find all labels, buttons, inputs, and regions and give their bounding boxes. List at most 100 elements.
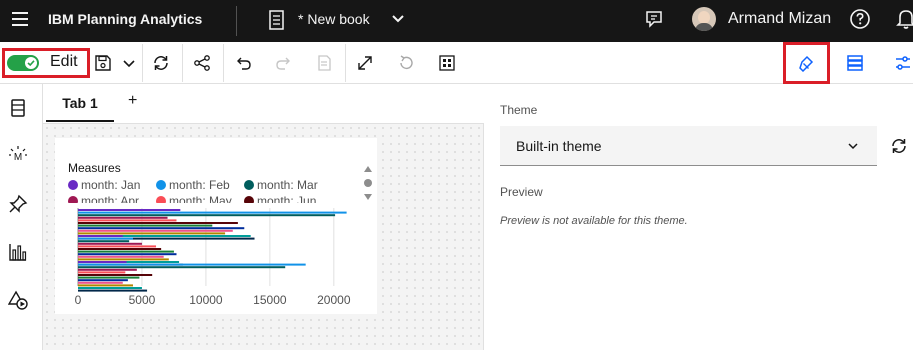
legend-label: month: Jun	[257, 194, 317, 203]
left-rail	[0, 84, 43, 350]
legend-swatch	[156, 196, 166, 203]
edit-mode-label[interactable]: Edit	[50, 53, 78, 71]
app-name[interactable]: IBM Planning Analytics	[48, 11, 202, 27]
chevron-down-icon	[848, 143, 858, 150]
document-properties-icon[interactable]	[316, 54, 334, 72]
x-tick-label: 20000	[317, 293, 351, 307]
book-menu-chevron-icon[interactable]	[390, 11, 406, 27]
legend-swatch	[244, 196, 254, 203]
legend-item-feb[interactable]: month: Feb	[156, 178, 230, 192]
bar[interactable]	[78, 289, 148, 292]
bar[interactable]	[78, 281, 123, 284]
reset-icon[interactable]	[397, 54, 415, 72]
bar[interactable]	[78, 237, 133, 240]
bar[interactable]	[78, 242, 142, 245]
chat-icon[interactable]	[644, 9, 664, 29]
grid-view-icon[interactable]	[438, 54, 456, 72]
toolbar-divider	[223, 44, 224, 82]
bar[interactable]	[78, 248, 162, 250]
reload-theme-icon[interactable]	[890, 137, 908, 155]
x-tick-label: 10000	[189, 293, 223, 307]
bar[interactable]	[78, 268, 137, 271]
help-icon[interactable]	[849, 8, 871, 30]
preview-note: Preview is not available for this theme.	[500, 215, 688, 227]
bar[interactable]	[78, 253, 177, 256]
x-tick-label: 0	[75, 293, 82, 307]
theme-select[interactable]: Built-in theme	[500, 126, 877, 166]
tab-1[interactable]: Tab 1	[46, 84, 114, 122]
legend-label: month: Apr	[81, 194, 140, 203]
bar[interactable]	[78, 271, 126, 274]
bar[interactable]	[78, 245, 157, 248]
bar[interactable]	[78, 276, 140, 279]
legend-down-arrow-icon[interactable]	[364, 194, 372, 200]
toolbar-divider	[182, 44, 183, 82]
bar[interactable]	[78, 222, 238, 224]
svg-text:M: M	[14, 152, 22, 163]
bar[interactable]	[78, 263, 306, 266]
bar[interactable]	[78, 227, 245, 230]
bar[interactable]	[78, 216, 168, 219]
user-name[interactable]: Armand Mizan	[728, 10, 831, 28]
shapes-media-icon[interactable]	[8, 290, 28, 310]
legend-label: month: May	[169, 194, 232, 203]
edit-mode-toggle[interactable]	[7, 55, 39, 71]
refresh-icon[interactable]	[152, 54, 170, 72]
add-tab-button[interactable]: +	[128, 92, 137, 110]
notification-bell-icon[interactable]	[896, 8, 913, 30]
theme-label: Theme	[500, 103, 538, 117]
bar[interactable]	[78, 261, 127, 263]
app-header: IBM Planning Analytics * New book Armand…	[0, 0, 913, 42]
legend-title: Measures	[68, 161, 121, 175]
bar[interactable]	[78, 258, 169, 261]
save-icon[interactable]	[94, 54, 112, 72]
content-list-icon[interactable]	[8, 98, 28, 118]
legend-up-arrow-icon[interactable]	[364, 166, 372, 172]
bar[interactable]	[78, 219, 177, 222]
settings-sliders-icon[interactable]	[894, 54, 912, 72]
legend-swatch	[156, 180, 166, 190]
data-source-icon[interactable]	[846, 54, 864, 72]
legend-item-apr[interactable]: month: Apr	[68, 194, 139, 203]
bar[interactable]	[78, 229, 233, 232]
bar[interactable]	[78, 232, 226, 235]
bar-chart-icon[interactable]	[8, 242, 28, 262]
bar[interactable]	[78, 209, 181, 211]
hamburger-menu-icon[interactable]	[12, 12, 28, 26]
bar-chart: 0 5000 10000 15000 20000	[75, 208, 351, 307]
bar[interactable]	[78, 211, 347, 214]
maximize-icon[interactable]	[356, 54, 374, 72]
save-menu-chevron-icon[interactable]	[120, 54, 138, 72]
bar[interactable]	[78, 284, 133, 287]
bar[interactable]	[78, 224, 213, 227]
bar[interactable]	[78, 250, 174, 253]
legend-item-jun[interactable]: month: Jun	[244, 194, 316, 203]
bar[interactable]	[78, 266, 286, 269]
book-title[interactable]: * New book	[298, 11, 370, 27]
legend-pager	[364, 166, 372, 200]
legend-swatch	[68, 180, 78, 190]
legend-row-clip: month: Apr month: May month: Jun	[62, 194, 362, 203]
legend-item-may[interactable]: month: May	[156, 194, 232, 203]
undo-icon[interactable]	[234, 54, 252, 72]
legend-label: month: Mar	[257, 178, 318, 192]
bar[interactable]	[78, 235, 123, 237]
redo-icon[interactable]	[275, 54, 293, 72]
ai-assistant-icon[interactable]: M	[8, 145, 28, 165]
bar[interactable]	[78, 287, 142, 289]
bar[interactable]	[78, 274, 153, 276]
legend-swatch	[68, 196, 78, 203]
bar[interactable]	[78, 240, 130, 243]
legend-item-mar[interactable]: month: Mar	[244, 178, 318, 192]
pin-icon[interactable]	[8, 194, 28, 214]
x-tick-label: 5000	[129, 293, 156, 307]
header-divider	[236, 6, 237, 36]
bar[interactable]	[78, 214, 336, 217]
bar[interactable]	[78, 279, 128, 282]
share-icon[interactable]	[193, 54, 211, 72]
paintbrush-properties-icon[interactable]	[797, 54, 815, 72]
bar[interactable]	[78, 255, 164, 258]
legend-item-jan[interactable]: month: Jan	[68, 178, 140, 192]
legend-label: month: Feb	[169, 178, 230, 192]
user-avatar[interactable]	[692, 7, 716, 31]
